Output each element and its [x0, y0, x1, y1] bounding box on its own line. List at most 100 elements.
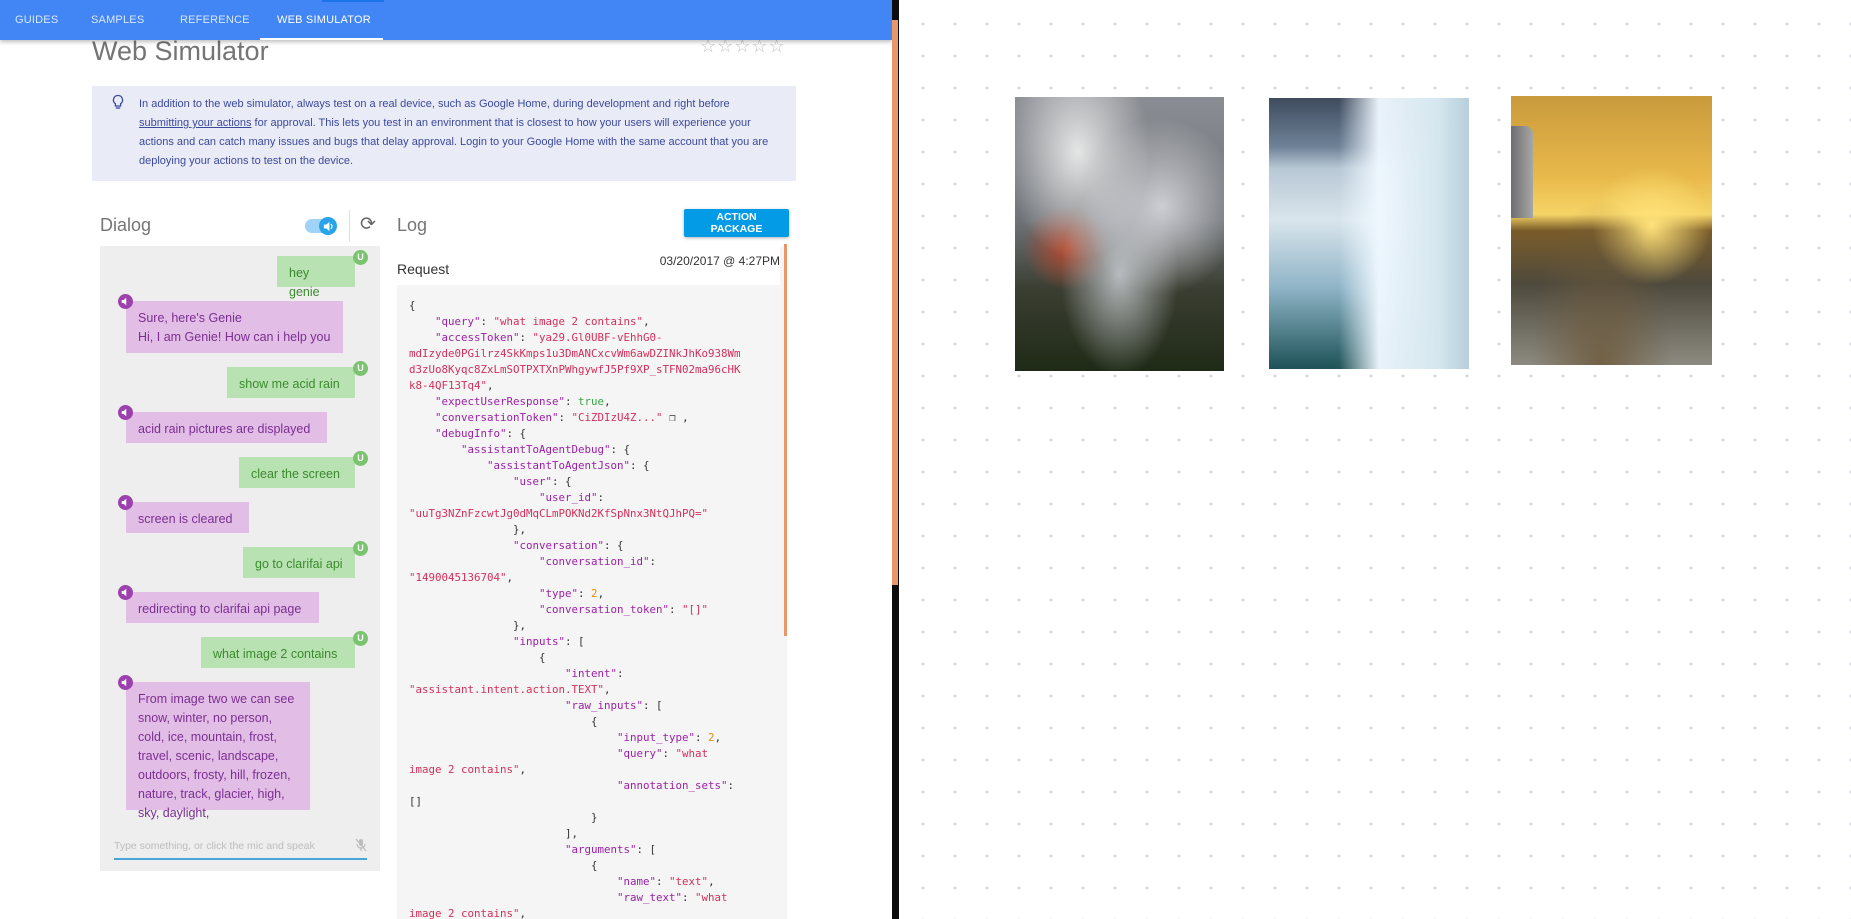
- json-line: "raw_inputs": [: [409, 699, 663, 712]
- json-token: }: [409, 811, 598, 824]
- mic-off-icon[interactable]: [355, 838, 367, 857]
- json-token: :: [727, 779, 735, 792]
- action-package-button[interactable]: ACTION PACKAGE: [684, 209, 789, 237]
- speaker-icon: [118, 495, 133, 510]
- tab-samples[interactable]: SAMPLES: [91, 0, 144, 40]
- json-token: true: [578, 395, 605, 408]
- json-line: {: [409, 859, 598, 872]
- json-token: :: [649, 555, 657, 568]
- json-token: : {: [610, 443, 631, 456]
- log-title: Log: [397, 215, 428, 235]
- user-message-3: clear the screen: [239, 457, 355, 488]
- json-line: "user": {: [409, 475, 572, 488]
- json-line: "input_type": 2,: [409, 731, 721, 744]
- json-token: ,: [506, 571, 514, 584]
- request-label: Request: [397, 261, 450, 277]
- json-line: "conversationToken": "CiZDIzU4Z..." ❐ ,: [409, 411, 689, 424]
- tab-reference[interactable]: REFERENCE: [180, 0, 250, 40]
- json-token: {: [409, 715, 598, 728]
- json-token: "user_id": [539, 491, 598, 504]
- json-token: ,: [604, 395, 611, 408]
- json-line: }: [409, 811, 598, 824]
- json-token: "inputs": [513, 635, 566, 648]
- active-tab-underline: [260, 38, 383, 40]
- json-token: []: [409, 795, 423, 808]
- json-token: :: [656, 875, 670, 888]
- json-token: :: [558, 411, 572, 424]
- json-token: "[]": [682, 603, 709, 616]
- json-token: "type": [539, 587, 579, 600]
- notice-text-before: In addition to the web simulator, always…: [139, 98, 730, 110]
- json-line: },: [409, 523, 526, 536]
- json-line: "conversation_token": "[]": [409, 603, 708, 616]
- user-badge: U: [353, 250, 368, 265]
- json-token: {: [409, 299, 416, 312]
- json-token: "input_type": [617, 731, 696, 744]
- json-token: :: [565, 395, 579, 408]
- json-token: "debugInfo": [435, 427, 507, 440]
- json-line: "expectUserResponse": true,: [409, 395, 611, 408]
- json-line: "assistantToAgentJson": {: [409, 459, 650, 472]
- json-token: d3zUo8Kyqc8ZxLmSOTPXTXnPWhgywfJ5Pf9XP_sT…: [409, 363, 741, 376]
- json-token: "accessToken": [435, 331, 520, 344]
- json-line: "assistant.intent.action.TEXT",: [409, 683, 611, 696]
- json-line: k8-4QF13Tq4",: [409, 379, 494, 392]
- request-timestamp: 03/20/2017 @ 4:27PM: [659, 254, 780, 268]
- json-token: ,: [643, 315, 650, 328]
- submitting-actions-link[interactable]: submitting your actions: [139, 117, 252, 129]
- json-line: "name": "text",: [409, 875, 715, 888]
- json-token: {: [409, 651, 546, 664]
- log-scrollbar[interactable]: [784, 244, 787, 636]
- json-line: "user_id":: [409, 491, 604, 504]
- json-token: "text": [669, 875, 709, 888]
- json-line: ],: [409, 827, 578, 840]
- tab-web-simulator[interactable]: WEB SIMULATOR: [277, 0, 371, 40]
- refresh-icon[interactable]: ⟳: [360, 213, 376, 236]
- json-line: "conversation": {: [409, 539, 624, 552]
- json-token: "raw_text": [617, 891, 683, 904]
- json-line: []: [409, 795, 422, 808]
- message-input[interactable]: [114, 840, 339, 852]
- json-token: :: [669, 603, 683, 616]
- audio-toggle[interactable]: [305, 217, 337, 235]
- json-token: "raw_inputs": [565, 699, 644, 712]
- dialog-title: Dialog: [100, 215, 152, 235]
- json-line: "debugInfo": {: [409, 427, 526, 440]
- json-token: ,: [604, 683, 611, 696]
- json-token: :: [695, 731, 709, 744]
- json-token: "assistantToAgentDebug": [461, 443, 611, 456]
- user-message-4: go to clarifai api: [243, 547, 355, 578]
- json-token: : [: [643, 699, 663, 712]
- json-line: "annotation_sets":: [409, 779, 734, 792]
- speaker-icon: [118, 675, 133, 690]
- json-token: :: [597, 491, 605, 504]
- json-line: "inputs": [: [409, 635, 585, 648]
- json-token: "conversationToken": [435, 411, 559, 424]
- json-token: image 2 contains": [409, 907, 520, 919]
- json-token: {: [409, 859, 598, 872]
- json-line: "assistantToAgentDebug": {: [409, 443, 630, 456]
- json-token: : {: [630, 459, 650, 472]
- speaker-icon: [118, 405, 133, 420]
- json-token: "user": [513, 475, 553, 488]
- json-token: ,: [487, 379, 494, 392]
- user-message-5: what image 2 contains: [201, 637, 355, 668]
- json-token: ],: [409, 827, 579, 840]
- notice-text: In addition to the web simulator, always…: [139, 95, 781, 171]
- page-scrollbar[interactable]: [892, 20, 898, 585]
- json-line: "query": "what image 2 contains",: [409, 315, 650, 328]
- json-line: "accessToken": "ya29.Gl0UBF-vEhhG0-: [409, 331, 663, 344]
- json-token: },: [409, 619, 527, 632]
- tab-guides[interactable]: GUIDES: [15, 0, 58, 40]
- json-token: : {: [604, 539, 624, 552]
